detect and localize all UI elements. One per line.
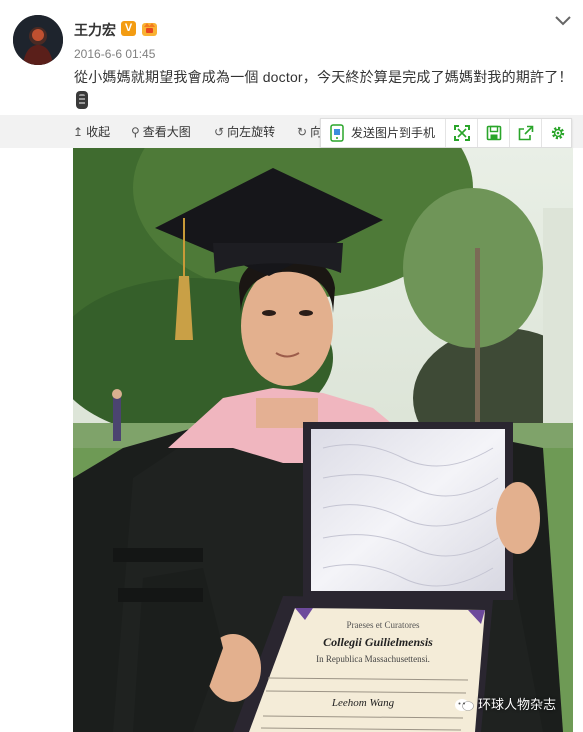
view-large-label: 查看大图 xyxy=(142,125,191,139)
arrow-up-icon: ↥ xyxy=(73,125,84,139)
graduation-photo: Praeses et Curatores Collegii Guilielmen… xyxy=(73,148,573,732)
diploma-recipient: Leehom Wang xyxy=(331,697,395,709)
avatar[interactable] xyxy=(13,15,63,65)
rotate-left-label: 向左旋转 xyxy=(227,125,276,139)
rotate-right-icon: ↻ xyxy=(297,125,308,139)
rotate-right-button[interactable]: ↻ 向 xyxy=(297,123,322,140)
send-to-phone-panel: 发送图片到手机 xyxy=(320,118,572,148)
chevron-down-icon[interactable] xyxy=(554,14,572,28)
collapse-button[interactable]: ↥ 收起 xyxy=(73,123,110,140)
wechat-icon xyxy=(455,699,474,711)
send-to-phone-label: 发送图片到手机 xyxy=(351,126,436,140)
share-icon xyxy=(518,125,534,141)
collapse-label: 收起 xyxy=(86,125,111,139)
vip-icon xyxy=(142,23,157,36)
user-name[interactable]: 王力宏 xyxy=(74,20,116,40)
post-text: 從小媽媽就期望我會成為一個 doctor，今天終於算是完成了媽媽對我的期許了！ xyxy=(74,69,573,85)
film-strip-icon xyxy=(76,91,88,109)
share-button[interactable] xyxy=(510,119,542,147)
send-to-phone-button[interactable]: 发送图片到手机 xyxy=(321,119,446,147)
svg-text:Praeses et Curatores: Praeses et Curatores xyxy=(347,620,420,630)
settings-button[interactable] xyxy=(542,119,573,147)
expand-icon xyxy=(454,125,470,141)
phone-icon xyxy=(330,124,344,142)
save-icon xyxy=(486,125,502,141)
post-header: 王力宏 V 2016-6-6 01:45 從小媽媽就期望我會成為一個 docto… xyxy=(0,0,583,115)
svg-text:In Republica Massachusettensi.: In Republica Massachusettensi. xyxy=(316,654,430,664)
post-photo[interactable]: Praeses et Curatores Collegii Guilielmen… xyxy=(73,148,573,732)
gear-icon xyxy=(551,126,565,140)
rotate-left-button[interactable]: ↺ 向左旋转 xyxy=(214,123,275,140)
verified-badge: V xyxy=(121,21,136,36)
diploma-title: Collegii Guilielmensis xyxy=(323,635,433,649)
timestamp[interactable]: 2016-6-6 01:45 xyxy=(74,47,155,61)
search-icon: ⚲ xyxy=(131,125,140,139)
watermark: 环球人物杂志 xyxy=(478,697,557,712)
save-image-button[interactable] xyxy=(478,119,510,147)
rotate-left-icon: ↺ xyxy=(214,125,225,139)
view-large-button[interactable]: ⚲ 查看大图 xyxy=(131,123,191,140)
fullscreen-button[interactable] xyxy=(446,119,478,147)
